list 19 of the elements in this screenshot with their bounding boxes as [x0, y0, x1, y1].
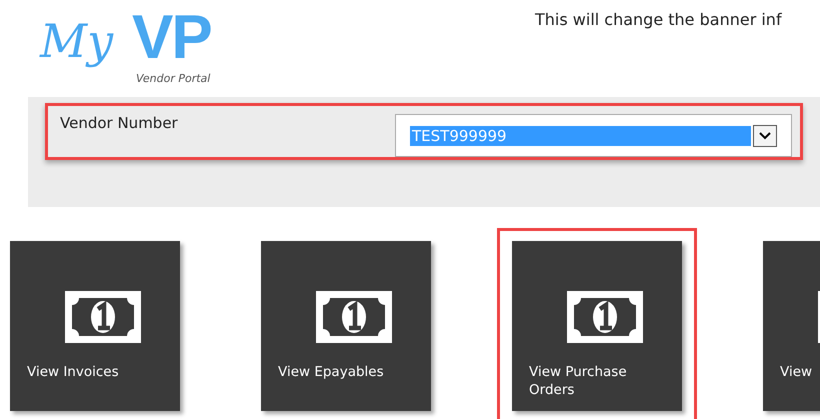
chevron-down-icon: [758, 130, 772, 140]
banknote-icon: [316, 291, 392, 343]
banknote-icon: [65, 291, 141, 343]
tile-label: View Invoices: [27, 363, 120, 381]
tile-label: View Purchase Orders: [529, 363, 628, 399]
tile[interactable]: View: [763, 241, 820, 411]
tile[interactable]: View Purchase Orders: [512, 241, 682, 411]
tile-label: View: [780, 363, 814, 381]
tile[interactable]: View Epayables: [261, 241, 431, 411]
logo-letters: VP: [132, 2, 211, 73]
dropdown-button[interactable]: [753, 124, 777, 146]
banner-text: This will change the banner inf: [535, 10, 782, 31]
selected-value: TEST999999: [410, 126, 751, 146]
tile-label: View Epayables: [278, 363, 385, 381]
logo-script: My: [40, 14, 114, 68]
field-label: Vendor Number: [60, 114, 178, 134]
tile[interactable]: View Invoices: [10, 241, 180, 411]
banknote-icon: [567, 291, 643, 343]
logo-tagline: Vendor Portal: [136, 72, 210, 85]
